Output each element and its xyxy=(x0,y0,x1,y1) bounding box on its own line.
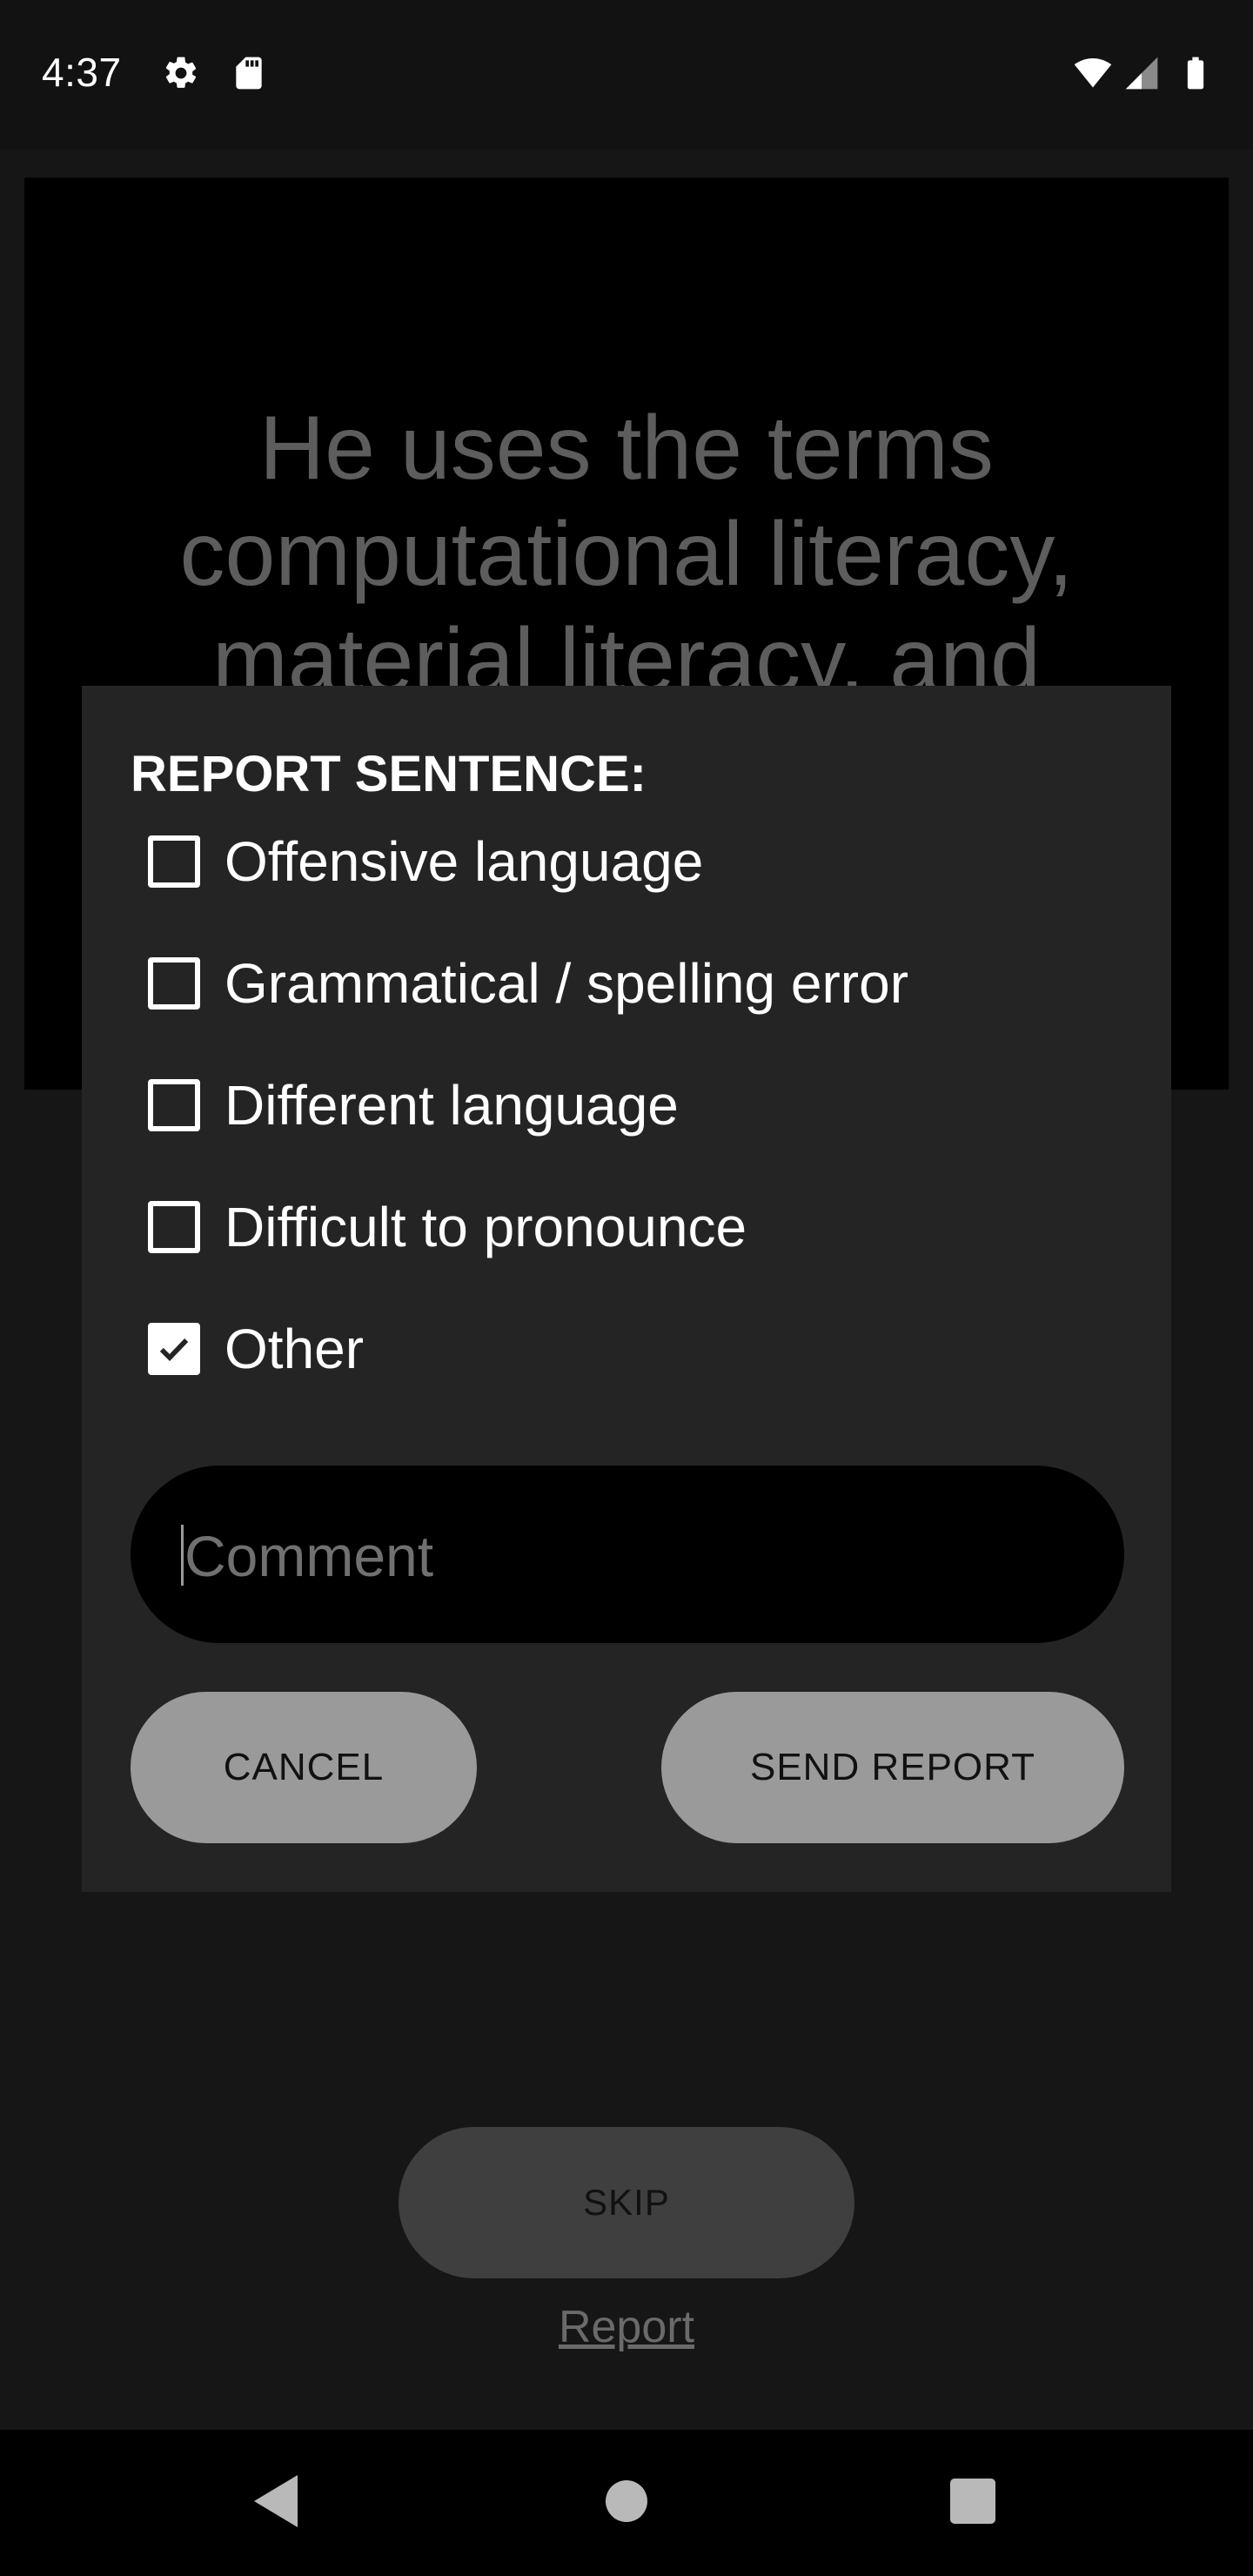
option-label: Difficult to pronounce xyxy=(224,1196,747,1258)
sd-card-icon xyxy=(236,57,262,90)
back-icon[interactable] xyxy=(254,2475,298,2527)
cell-signal-icon xyxy=(1125,57,1158,90)
option-label: Other xyxy=(224,1318,365,1380)
checkbox[interactable] xyxy=(148,835,200,888)
option-label: Different language xyxy=(224,1074,679,1137)
option-label: Grammatical / spelling error xyxy=(224,952,908,1015)
checkbox-checked[interactable] xyxy=(148,1323,200,1375)
navigation-bar xyxy=(0,2430,1253,2576)
option-offensive-language[interactable]: Offensive language xyxy=(148,818,1105,905)
battery-icon xyxy=(1187,57,1204,90)
recents-icon[interactable] xyxy=(950,2479,995,2524)
text-caret xyxy=(181,1525,184,1586)
comment-input[interactable]: Comment xyxy=(131,1466,1124,1643)
option-label: Offensive language xyxy=(224,830,704,893)
wifi-icon xyxy=(1074,57,1112,88)
option-other[interactable]: Other xyxy=(148,1305,1105,1392)
option-grammatical-error[interactable]: Grammatical / spelling error xyxy=(148,940,1105,1027)
option-different-language[interactable]: Different language xyxy=(148,1062,1105,1149)
status-bar: 4:37 xyxy=(0,0,1253,150)
status-time: 4:37 xyxy=(42,50,122,95)
checkbox[interactable] xyxy=(148,1201,200,1253)
checkbox[interactable] xyxy=(148,1079,200,1131)
gear-icon xyxy=(165,57,197,88)
report-dialog: REPORT SENTENCE: Offensive language Gram… xyxy=(82,686,1171,1892)
skip-button[interactable]: SKIP xyxy=(399,2127,854,2278)
checkmark-icon xyxy=(159,1338,189,1362)
dialog-title: REPORT SENTENCE: xyxy=(131,746,647,802)
checkbox[interactable] xyxy=(148,957,200,1010)
option-difficult-to-pronounce[interactable]: Difficult to pronounce xyxy=(148,1184,1105,1271)
comment-placeholder: Comment xyxy=(184,1524,434,1588)
cancel-button[interactable]: CANCEL xyxy=(131,1692,477,1843)
home-icon[interactable] xyxy=(606,2480,647,2522)
report-link[interactable]: Report xyxy=(0,2301,1253,2353)
sentence-text: He uses the terms computational literacy… xyxy=(179,398,1074,711)
send-report-button[interactable]: SEND REPORT xyxy=(661,1692,1124,1843)
